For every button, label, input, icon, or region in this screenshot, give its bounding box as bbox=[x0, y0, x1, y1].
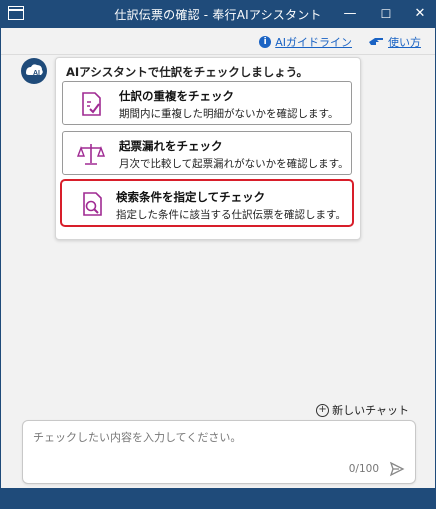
ai-guideline-link[interactable]: i AIガイドライン bbox=[259, 34, 352, 50]
chat-input[interactable] bbox=[31, 427, 405, 459]
document-check-icon bbox=[82, 92, 101, 116]
option-description: 月次で比較して起票漏れがないかを確認します。 bbox=[119, 158, 349, 170]
assistant-prompt: AIアシスタントで仕訳をチェックしましょう。 bbox=[66, 65, 309, 79]
option-description: 期間内に重複した明細がないかを確認します。 bbox=[119, 108, 339, 120]
minimize-button[interactable]: — bbox=[338, 4, 362, 24]
header-divider bbox=[1, 54, 435, 55]
main-content: i AIガイドライン 使い方 AI AIアシスタントで仕訳をチェックしましょう。 bbox=[1, 28, 435, 488]
pointing-hand-icon bbox=[369, 38, 383, 45]
option-description: 指定した条件に該当する仕訳伝票を確認します。 bbox=[116, 209, 346, 221]
option-title: 起票漏れをチェック bbox=[119, 139, 223, 153]
plus-icon: + bbox=[316, 403, 330, 417]
new-chat-button[interactable]: + 新しいチャット bbox=[316, 402, 409, 418]
close-button[interactable]: ✕ bbox=[408, 4, 432, 24]
info-icon: i bbox=[259, 36, 272, 48]
option-missing-entry-check[interactable]: 起票漏れをチェック 月次で比較して起票漏れがないかを確認します。 bbox=[62, 131, 352, 175]
howto-link[interactable]: 使い方 bbox=[368, 34, 421, 50]
app-window: 仕訳伝票の確認 - 奉行AIアシスタント — ☐ ✕ i AIガイドライン 使い… bbox=[0, 0, 436, 509]
header-links: i AIガイドライン 使い方 bbox=[259, 33, 421, 51]
send-icon[interactable] bbox=[389, 461, 405, 477]
svg-text:AI: AI bbox=[33, 70, 40, 77]
new-chat-label: 新しいチャット bbox=[332, 404, 409, 417]
window-title: 仕訳伝票の確認 - 奉行AIアシスタント bbox=[114, 8, 322, 22]
option-title: 仕訳の重複をチェック bbox=[119, 89, 234, 103]
maximize-button[interactable]: ☐ bbox=[374, 4, 398, 24]
option-search-condition-check[interactable]: 検索条件を指定してチェック 指定した条件に該当する仕訳伝票を確認します。 bbox=[60, 179, 354, 227]
bottom-bar bbox=[0, 488, 436, 509]
chat-input-box: 0/100 bbox=[22, 420, 416, 484]
option-duplicate-check[interactable]: 仕訳の重複をチェック 期間内に重複した明細がないかを確認します。 bbox=[62, 81, 352, 125]
document-search-icon bbox=[83, 192, 102, 216]
assistant-message: AIアシスタントで仕訳をチェックしましょう。 仕訳の重複をチェック 期間内に重複… bbox=[55, 57, 361, 240]
scale-icon bbox=[77, 144, 105, 165]
option-title: 検索条件を指定してチェック bbox=[116, 190, 266, 204]
ai-guideline-label: AIガイドライン bbox=[275, 36, 352, 49]
ai-avatar-icon: AI bbox=[21, 58, 47, 84]
title-bar: 仕訳伝票の確認 - 奉行AIアシスタント — ☐ ✕ bbox=[0, 0, 436, 28]
character-counter: 0/100 bbox=[348, 463, 379, 475]
howto-label: 使い方 bbox=[388, 36, 421, 49]
